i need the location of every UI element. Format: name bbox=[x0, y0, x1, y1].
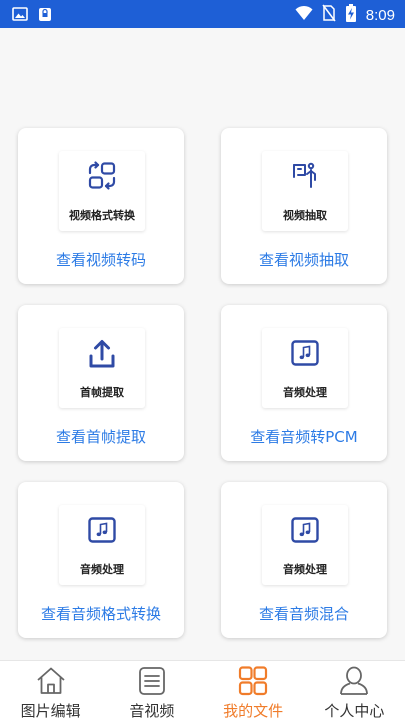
list-icon bbox=[101, 666, 202, 696]
card-label: 视频抽取 bbox=[283, 209, 327, 222]
battery-charging-icon bbox=[345, 4, 357, 26]
card-video-format-convert[interactable]: 视频格式转换 查看视频转码 bbox=[18, 128, 184, 284]
view-audio-format-link[interactable]: 查看音频格式转换 bbox=[18, 603, 184, 624]
status-notifications bbox=[12, 6, 52, 26]
nav-label: 我的文件 bbox=[223, 702, 284, 720]
nav-item-image-edit[interactable]: 图片编辑 bbox=[0, 661, 101, 720]
view-video-transcode-link[interactable]: 查看视频转码 bbox=[18, 249, 184, 270]
card-audio-to-pcm[interactable]: 音频处理 查看音频转PCM bbox=[221, 305, 387, 461]
home-icon bbox=[0, 666, 101, 696]
music-note-icon bbox=[262, 515, 348, 545]
view-first-frame-link[interactable]: 查看首帧提取 bbox=[18, 426, 184, 447]
image-notification-icon bbox=[12, 6, 28, 26]
card-label: 首帧提取 bbox=[80, 386, 124, 399]
music-note-icon bbox=[262, 338, 348, 368]
view-video-extract-link[interactable]: 查看视频抽取 bbox=[221, 249, 387, 270]
card-label: 音频处理 bbox=[283, 386, 327, 399]
lock-notification-icon bbox=[38, 6, 52, 26]
grid-icon bbox=[203, 666, 304, 696]
nav-item-my-files[interactable]: 我的文件 bbox=[203, 661, 304, 720]
nav-item-profile[interactable]: 个人中心 bbox=[304, 661, 405, 720]
person-icon bbox=[304, 666, 405, 696]
nav-item-audio-video[interactable]: 音视频 bbox=[101, 661, 202, 720]
nav-label: 个人中心 bbox=[324, 702, 385, 720]
card-inner[interactable]: 视频格式转换 bbox=[59, 151, 145, 231]
status-time: 8:09 bbox=[365, 6, 395, 24]
card-video-extract[interactable]: 视频抽取 查看视频抽取 bbox=[221, 128, 387, 284]
card-inner[interactable]: 音频处理 bbox=[59, 505, 145, 585]
card-audio-format-convert[interactable]: 音频处理 查看音频格式转换 bbox=[18, 482, 184, 638]
card-inner[interactable]: 首帧提取 bbox=[59, 328, 145, 408]
card-inner[interactable]: 视频抽取 bbox=[262, 151, 348, 231]
upload-icon bbox=[59, 338, 145, 370]
status-indicators: 8:09 bbox=[295, 4, 395, 26]
extract-icon bbox=[262, 161, 348, 191]
view-audio-mix-link[interactable]: 查看音频混合 bbox=[221, 603, 387, 624]
card-label: 视频格式转换 bbox=[69, 209, 135, 222]
card-audio-mix[interactable]: 音频处理 查看音频混合 bbox=[221, 482, 387, 638]
status-bar: 8:09 bbox=[0, 0, 405, 28]
nav-label: 图片编辑 bbox=[20, 702, 81, 720]
card-first-frame-extract[interactable]: 首帧提取 查看首帧提取 bbox=[18, 305, 184, 461]
card-inner[interactable]: 音频处理 bbox=[262, 505, 348, 585]
card-label: 音频处理 bbox=[283, 563, 327, 576]
convert-icon bbox=[59, 161, 145, 191]
bottom-nav: 图片编辑 音视频 我的文件 个人中心 bbox=[0, 660, 405, 720]
wifi-icon bbox=[295, 5, 313, 25]
view-audio-pcm-link[interactable]: 查看音频转PCM bbox=[221, 426, 387, 447]
card-label: 音频处理 bbox=[80, 563, 124, 576]
no-sim-icon bbox=[322, 4, 336, 26]
music-note-icon bbox=[59, 515, 145, 545]
card-inner[interactable]: 音频处理 bbox=[262, 328, 348, 408]
nav-label: 音视频 bbox=[129, 702, 175, 720]
